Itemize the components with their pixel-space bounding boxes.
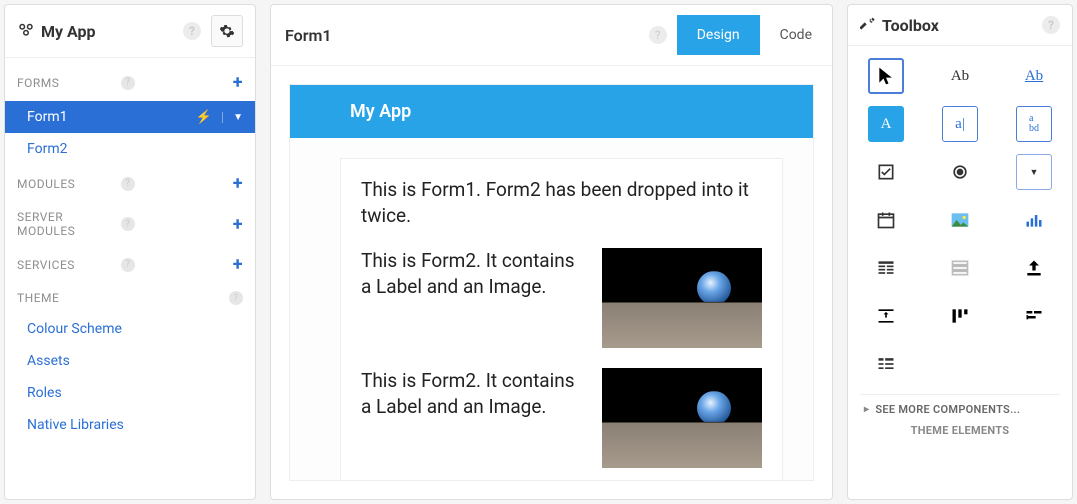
tool-datepicker[interactable] xyxy=(868,202,904,238)
toolbox-body: Ab Ab A a| abd ▼ xyxy=(848,46,1072,499)
tool-link[interactable]: Ab xyxy=(1016,58,1052,94)
see-more-components[interactable]: ▸ SEE MORE COMPONENTS... xyxy=(864,403,1056,416)
app-browser-panel: My App ? FORMS ? + Form1 ⚡ ▼ Form2 MODUL… xyxy=(4,4,256,500)
help-icon[interactable]: ? xyxy=(121,177,135,191)
form2-image[interactable] xyxy=(602,368,762,468)
tool-plot[interactable] xyxy=(1016,202,1052,238)
sidebar-item-label: Native Libraries xyxy=(27,417,124,433)
tool-image[interactable] xyxy=(942,202,978,238)
designer-header: Form1 ? Design Code xyxy=(271,5,832,66)
section-label: THEME xyxy=(17,291,223,305)
section-label: MODULES xyxy=(17,177,115,191)
section-forms[interactable]: FORMS ? + xyxy=(5,64,255,101)
tool-label[interactable]: Ab xyxy=(942,58,978,94)
tool-repeating-panel[interactable] xyxy=(942,250,978,286)
sidebar-item-label: Colour Scheme xyxy=(27,321,122,337)
bolt-icon: ⚡ xyxy=(196,110,212,125)
section-label: SERVICES xyxy=(17,258,115,272)
add-service-button[interactable]: + xyxy=(233,254,243,275)
intro-label[interactable]: This is Form1. Form2 has been dropped in… xyxy=(361,177,762,228)
toolbox-title: Toolbox xyxy=(882,16,1042,35)
app-preview[interactable]: My App This is Form1. Form2 has been dro… xyxy=(289,84,814,481)
section-modules[interactable]: MODULES ? + xyxy=(5,165,255,202)
app-navbar: My App xyxy=(290,85,813,138)
help-icon[interactable]: ? xyxy=(1042,16,1060,34)
form2-instance-1[interactable]: This is Form2. It contains a Label and a… xyxy=(361,248,762,348)
sidebar-item-roles[interactable]: Roles xyxy=(5,377,255,409)
tool-checkbox[interactable] xyxy=(868,154,904,190)
toolbox-header: Toolbox ? xyxy=(848,5,1072,46)
form2-label[interactable]: This is Form2. It contains a Label and a… xyxy=(361,368,582,419)
tool-grid: Ab Ab A a| abd ▼ xyxy=(860,58,1060,382)
theme-elements-header[interactable]: THEME ELEMENTS xyxy=(864,424,1056,437)
sidebar-item-colour-scheme[interactable]: Colour Scheme xyxy=(5,313,255,345)
form2-image[interactable] xyxy=(602,248,762,348)
tool-flow-panel[interactable] xyxy=(1016,298,1052,334)
app-title: My App xyxy=(41,22,183,41)
help-icon[interactable]: ? xyxy=(649,26,667,44)
app-icon xyxy=(17,20,35,42)
tool-column-panel[interactable] xyxy=(942,298,978,334)
section-server-modules[interactable]: SERVER MODULES ? + xyxy=(5,202,255,246)
form1-card[interactable]: This is Form1. Form2 has been dropped in… xyxy=(340,158,783,480)
tab-code[interactable]: Code xyxy=(760,15,832,55)
tab-design[interactable]: Design xyxy=(677,15,760,55)
tool-dropdown[interactable]: ▼ xyxy=(1016,154,1052,190)
sidebar-body: FORMS ? + Form1 ⚡ ▼ Form2 MODULES ? + SE… xyxy=(5,58,255,447)
tool-data-grid[interactable] xyxy=(868,250,904,286)
sidebar-item-assets[interactable]: Assets xyxy=(5,345,255,377)
sidebar-item-label: Form1 xyxy=(27,109,196,125)
designer-tabs: Design Code xyxy=(677,15,832,55)
settings-button[interactable] xyxy=(211,15,243,47)
help-icon[interactable]: ? xyxy=(229,291,243,305)
tool-linear-panel[interactable] xyxy=(868,346,904,382)
sidebar-item-label: Assets xyxy=(27,353,70,369)
section-label: SERVER MODULES xyxy=(17,210,115,238)
form2-label[interactable]: This is Form2. It contains a Label and a… xyxy=(361,248,582,299)
sidebar-item-native-libraries[interactable]: Native Libraries xyxy=(5,409,255,441)
tool-radio[interactable] xyxy=(942,154,978,190)
designer-body: My App This is Form1. Form2 has been dro… xyxy=(271,66,832,499)
tool-spacer[interactable] xyxy=(868,298,904,334)
app-content: This is Form1. Form2 has been dropped in… xyxy=(290,138,813,480)
section-services[interactable]: SERVICES ? + xyxy=(5,246,255,283)
form-title: Form1 xyxy=(285,26,649,45)
sidebar-item-form1[interactable]: Form1 ⚡ ▼ xyxy=(5,101,255,133)
toolbox-panel: Toolbox ? Ab Ab A a| abd ▼ xyxy=(847,4,1073,500)
wrench-icon xyxy=(860,15,876,35)
tool-file-loader[interactable] xyxy=(1016,250,1052,286)
add-module-button[interactable]: + xyxy=(233,173,243,194)
sidebar-item-form2[interactable]: Form2 xyxy=(5,133,255,165)
help-icon[interactable]: ? xyxy=(121,76,135,90)
sidebar-item-label: Roles xyxy=(27,385,62,401)
section-label: FORMS xyxy=(17,76,115,90)
help-icon[interactable]: ? xyxy=(183,22,201,40)
help-icon[interactable]: ? xyxy=(121,217,135,231)
add-form-button[interactable]: + xyxy=(233,72,243,93)
add-server-module-button[interactable]: + xyxy=(233,214,243,235)
sidebar-item-label: Form2 xyxy=(27,141,67,157)
chevron-down-icon[interactable]: ▼ xyxy=(222,112,243,123)
tool-button[interactable]: A xyxy=(868,106,904,142)
tool-textarea[interactable]: abd xyxy=(1016,106,1052,142)
app-navbar-title: My App xyxy=(350,101,411,122)
designer-panel: Form1 ? Design Code My App This is Form1… xyxy=(270,4,833,500)
see-more-label: SEE MORE COMPONENTS... xyxy=(875,403,1020,416)
caret-right-icon: ▸ xyxy=(864,404,869,415)
section-theme[interactable]: THEME ? xyxy=(5,283,255,313)
form2-instance-2[interactable]: This is Form2. It contains a Label and a… xyxy=(361,368,762,468)
help-icon[interactable]: ? xyxy=(121,258,135,272)
sidebar-header: My App ? xyxy=(5,5,255,58)
tool-pointer[interactable] xyxy=(868,58,904,94)
tool-textbox[interactable]: a| xyxy=(942,106,978,142)
